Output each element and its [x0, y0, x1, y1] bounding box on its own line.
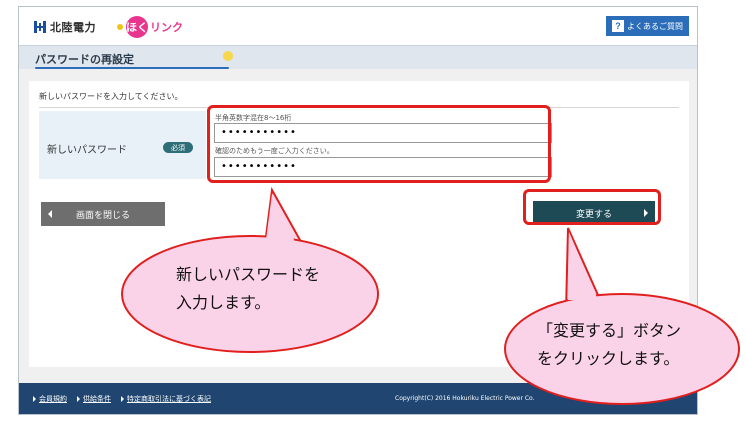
label-cell: 新しいパスワード 必須	[39, 111, 206, 179]
close-window-label: 画面を閉じる	[75, 209, 130, 220]
page-title: パスワードの再設定	[35, 53, 134, 66]
footer-link-terms[interactable]: 会員規約	[33, 394, 67, 404]
triangle-right-icon	[121, 396, 124, 402]
close-window-button[interactable]: 画面を閉じる	[41, 202, 165, 226]
instruction-text: 新しいパスワードを入力してください。	[39, 92, 183, 101]
footer-links: 会員規約 供給条件 特定商取引法に基づく表記	[33, 394, 211, 404]
triangle-right-icon	[33, 396, 36, 402]
footer-link-label: 供給条件	[83, 395, 111, 403]
arrow-left-icon	[48, 210, 52, 218]
title-underline	[35, 67, 229, 69]
right-callout-line2: をクリックします。	[537, 351, 680, 368]
hoku-bubble-icon: ほく	[126, 16, 148, 38]
change-button-highlight	[523, 189, 661, 225]
required-badge: 必須	[163, 142, 193, 153]
copyright-text: Copyright(C) 2016 Hokuriku Electric Powe…	[395, 395, 535, 402]
triangle-right-icon	[77, 396, 80, 402]
sub-brand-text: リンク	[150, 21, 183, 34]
footer-link-commercial-law[interactable]: 特定商取引法に基づく表記	[121, 394, 211, 404]
faq-label: よくあるご質問	[627, 21, 683, 31]
left-callout-line1: 新しいパスワードを	[176, 267, 321, 284]
faq-button[interactable]: ? よくあるご質問	[606, 16, 689, 36]
footer-link-label: 会員規約	[39, 395, 67, 403]
site-header: 北陸電力 ほく リンク ? よくあるご質問	[19, 7, 697, 45]
new-password-label: 新しいパスワード	[47, 145, 127, 156]
page-title-bar: パスワードの再設定	[19, 45, 697, 69]
site-footer: 会員規約 供給条件 特定商取引法に基づく表記 Copyright(C) 2016…	[19, 383, 697, 414]
left-callout-text: 新しいパスワードを 入力します。	[176, 262, 320, 318]
left-callout-line2: 入力します。	[176, 295, 271, 312]
lightbulb-icon	[223, 51, 233, 61]
right-callout-text: 「変更する」ボタン をクリックします。	[537, 318, 681, 374]
company-logo[interactable]: 北陸電力	[33, 18, 96, 36]
yellow-dot-icon	[117, 24, 123, 30]
company-name: 北陸電力	[50, 21, 96, 34]
hokuriku-logo-icon	[33, 20, 47, 34]
question-icon: ?	[612, 20, 624, 32]
password-fields-highlight	[207, 105, 551, 183]
right-callout-line1: 「変更する」ボタン	[537, 323, 682, 340]
hokulink-logo[interactable]: ほく リンク	[117, 13, 183, 41]
footer-link-supply-conditions[interactable]: 供給条件	[77, 394, 111, 404]
footer-link-label: 特定商取引法に基づく表記	[127, 395, 211, 403]
